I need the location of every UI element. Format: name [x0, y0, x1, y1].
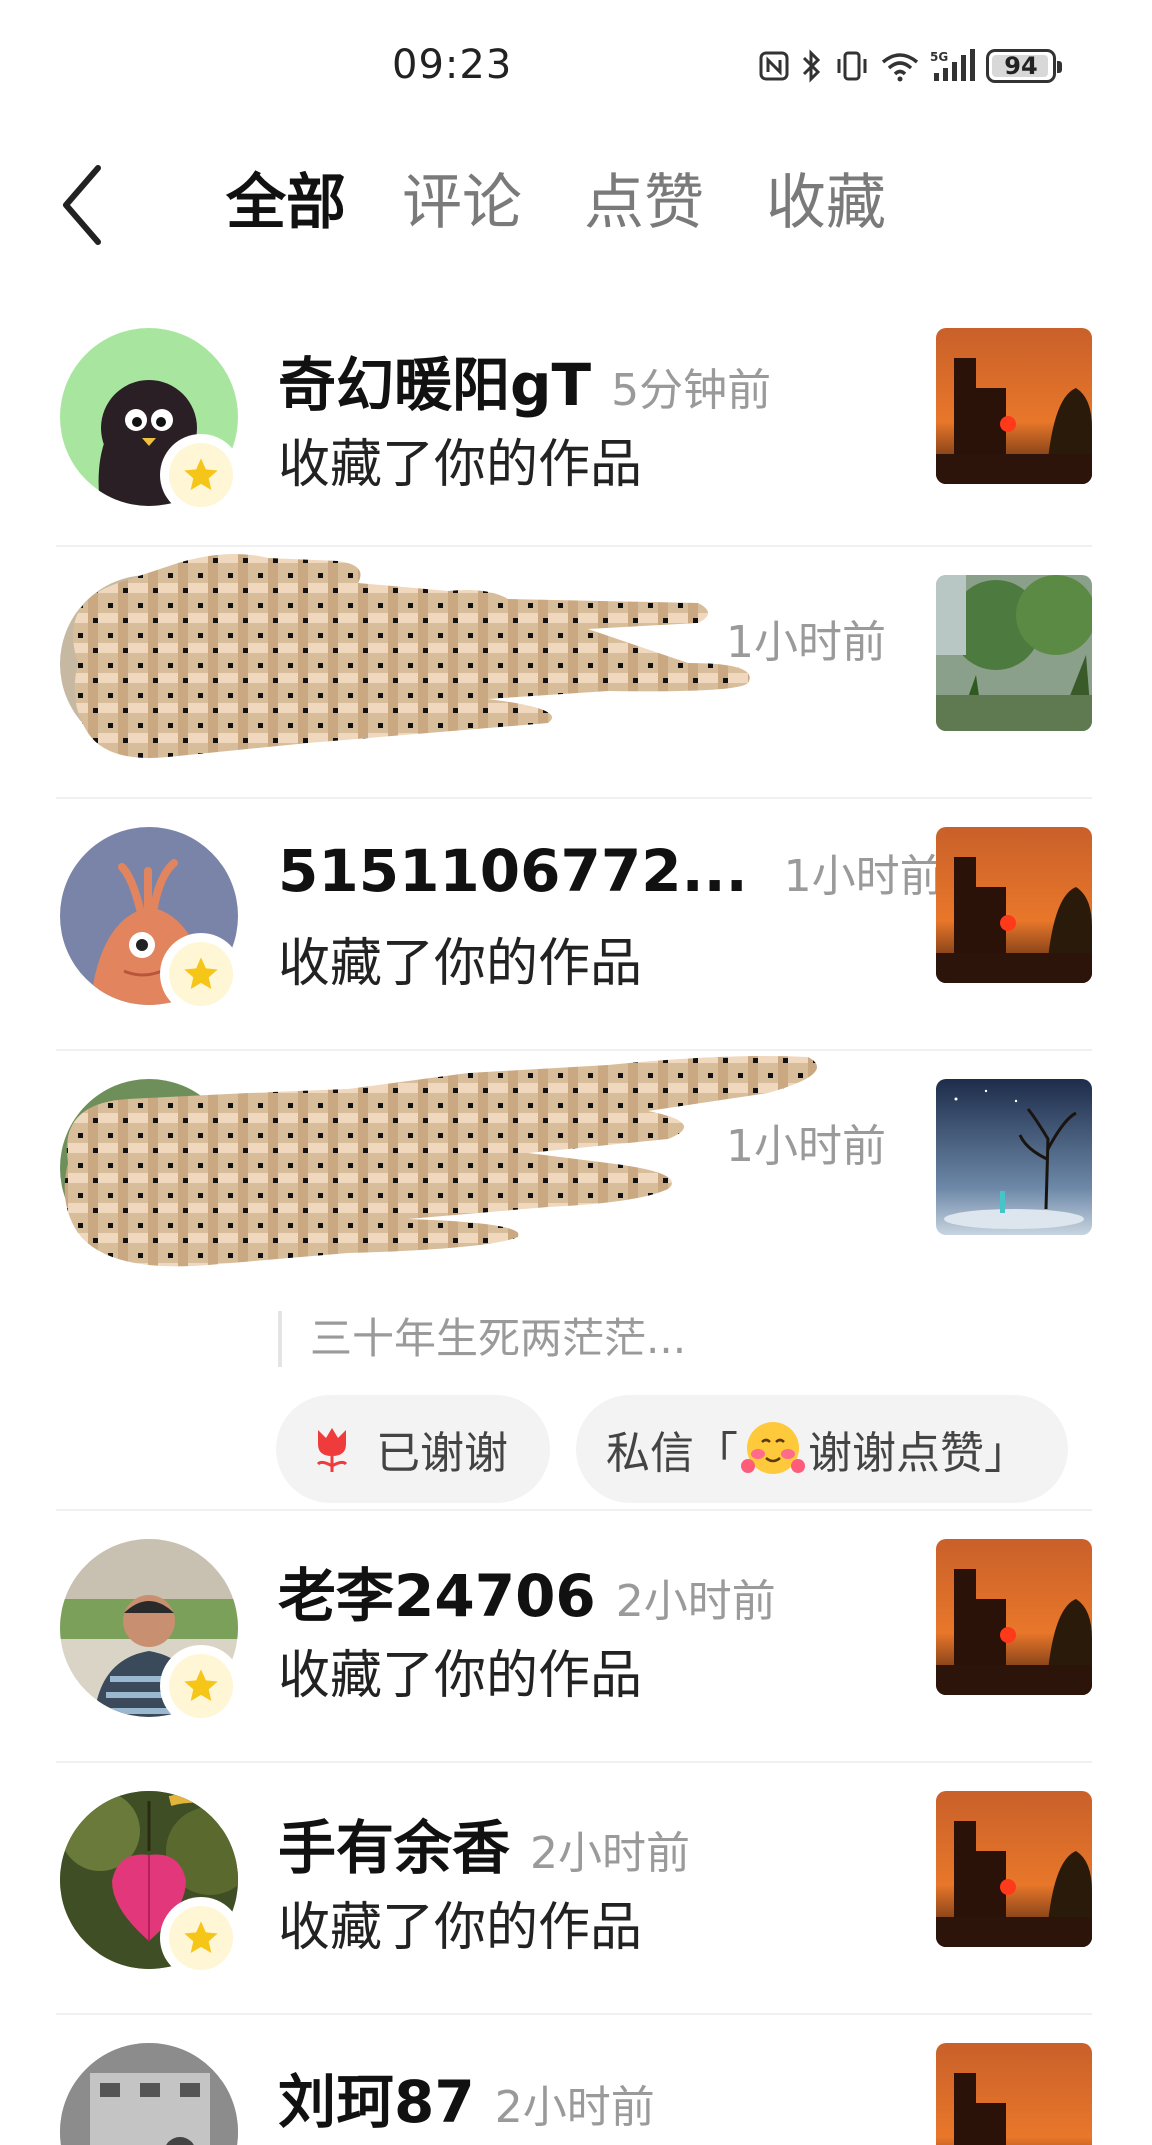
favorite-badge [160, 933, 242, 1015]
battery-icon: 94 [986, 49, 1062, 83]
list-item[interactable]: 刘珂87 2小时前 [0, 2015, 1152, 2145]
status-icons: 5G 94 [758, 46, 1062, 86]
timestamp: 2小时前 [494, 2082, 655, 2133]
star-icon [184, 1921, 218, 1953]
tab-favorites[interactable]: 收藏 [766, 158, 886, 248]
list-item[interactable]: 1小时前 [0, 547, 1152, 797]
timestamp: 1小时前 [726, 617, 886, 668]
post-thumbnail[interactable] [936, 2043, 1092, 2145]
thanked-button[interactable]: 已谢谢 [276, 1395, 550, 1503]
star-icon [184, 1669, 218, 1701]
star-icon [184, 957, 218, 989]
timestamp: 2小时前 [530, 1828, 691, 1879]
tulip-icon [316, 1428, 348, 1472]
post-thumbnail[interactable] [936, 328, 1092, 484]
user-name[interactable]: 手有余香 2小时前 [278, 1801, 690, 1885]
action-text: 收藏了你的作品 [278, 934, 643, 994]
avatar[interactable] [60, 575, 238, 753]
user-name[interactable]: 奇幻暖阳gT 5分钟前 [278, 338, 771, 422]
list-item[interactable]: 1小时前 三十年生死两茫茫... 已谢谢 私信「 谢谢点赞」 [0, 1051, 1152, 1511]
favorite-badge [160, 434, 242, 516]
favorite-badge [160, 1645, 242, 1727]
list-item[interactable]: 奇幻暖阳gT 5分钟前 收藏了你的作品 [0, 300, 1152, 545]
dm-text: 谢谢点赞」 [808, 1428, 1028, 1479]
avatar[interactable] [60, 2043, 238, 2145]
list-item[interactable]: 老李24706 2小时前 收藏了你的作品 [0, 1511, 1152, 1763]
timestamp: 1小时前 [726, 1121, 886, 1172]
nfc-icon [759, 51, 789, 81]
user-name[interactable]: 1小时前 [726, 1107, 886, 1175]
user-name[interactable]: 刘珂87 2小时前 [278, 2055, 655, 2139]
list-item[interactable]: 手有余香 2小时前 收藏了你的作品 [0, 1763, 1152, 2015]
dm-prefix: 私信「 [606, 1428, 738, 1479]
svg-text:5G: 5G [930, 50, 948, 64]
timestamp: 1小时前 [783, 851, 944, 902]
dm-thanks-button[interactable]: 私信「 谢谢点赞」 [576, 1395, 1068, 1503]
user-name[interactable]: 5151106772... 1小时前 [278, 837, 944, 905]
tab-comments[interactable]: 评论 [402, 158, 522, 248]
thanked-label: 已谢谢 [376, 1428, 508, 1479]
tab-likes[interactable]: 点赞 [584, 158, 704, 248]
timestamp: 5分钟前 [611, 365, 772, 416]
star-icon [184, 458, 218, 490]
action-text: 收藏了你的作品 [278, 1898, 643, 1958]
status-time: 09:23 [392, 42, 513, 88]
post-thumbnail[interactable] [936, 1539, 1092, 1695]
list-item[interactable]: 5151106772... 1小时前 收藏了你的作品 [0, 799, 1152, 1049]
post-thumbnail[interactable] [936, 827, 1092, 983]
favorite-badge [160, 1897, 242, 1979]
action-text: 收藏了你的作品 [278, 1646, 643, 1706]
tab-bar: 全部 评论 点赞 收藏 [226, 158, 948, 248]
tab-all[interactable]: 全部 [226, 158, 346, 248]
chevron-left-icon [63, 165, 101, 245]
user-name[interactable]: 1小时前 [726, 603, 886, 671]
blushing-emoji-icon [741, 1422, 805, 1474]
action-text: 收藏了你的作品 [278, 435, 643, 495]
post-thumbnail[interactable] [936, 1791, 1092, 1947]
wifi-icon [881, 53, 919, 82]
post-thumbnail[interactable] [936, 575, 1092, 731]
battery-level: 94 [1004, 52, 1038, 80]
bluetooth-icon [802, 49, 821, 83]
quoted-comment[interactable]: 三十年生死两茫茫... [278, 1311, 686, 1367]
vibrate-icon [837, 51, 867, 81]
avatar[interactable] [60, 1079, 238, 1257]
timestamp: 2小时前 [615, 1576, 776, 1627]
user-name[interactable]: 老李24706 2小时前 [278, 1549, 776, 1633]
post-thumbnail[interactable] [936, 1079, 1092, 1235]
back-button[interactable] [58, 160, 128, 250]
signal-5g-icon: 5G [930, 49, 975, 81]
